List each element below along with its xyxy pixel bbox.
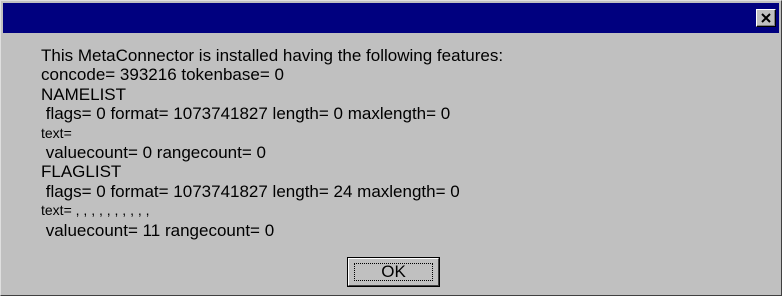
message-line: flags= 0 format= 1073741827 length= 0 ma…: [41, 104, 451, 124]
ok-button-bevel: OK: [348, 258, 439, 286]
message-line: flags= 0 format= 1073741827 length= 24 m…: [41, 181, 460, 201]
message-dialog: This MetaConnector is installed having t…: [0, 0, 782, 296]
ok-button[interactable]: OK: [347, 257, 440, 287]
message-line: text= , , , , , , , , , ,: [41, 202, 150, 219]
message-line: text=: [41, 124, 72, 141]
close-icon: [761, 13, 771, 23]
close-button[interactable]: [756, 9, 776, 27]
message-line: FLAGLIST: [41, 162, 122, 182]
message-line: NAMELIST: [41, 84, 127, 104]
message-line: valuecount= 11 rangecount= 0: [41, 220, 275, 240]
message-line: valuecount= 0 rangecount= 0: [41, 142, 266, 162]
ok-button-label: OK: [354, 262, 433, 281]
title-bar[interactable]: [3, 3, 779, 33]
message-line: This MetaConnector is installed having t…: [41, 46, 504, 65]
message-line: concode= 393216 tokenbase= 0: [41, 65, 284, 85]
message-text: This MetaConnector is installed having t…: [41, 46, 781, 240]
